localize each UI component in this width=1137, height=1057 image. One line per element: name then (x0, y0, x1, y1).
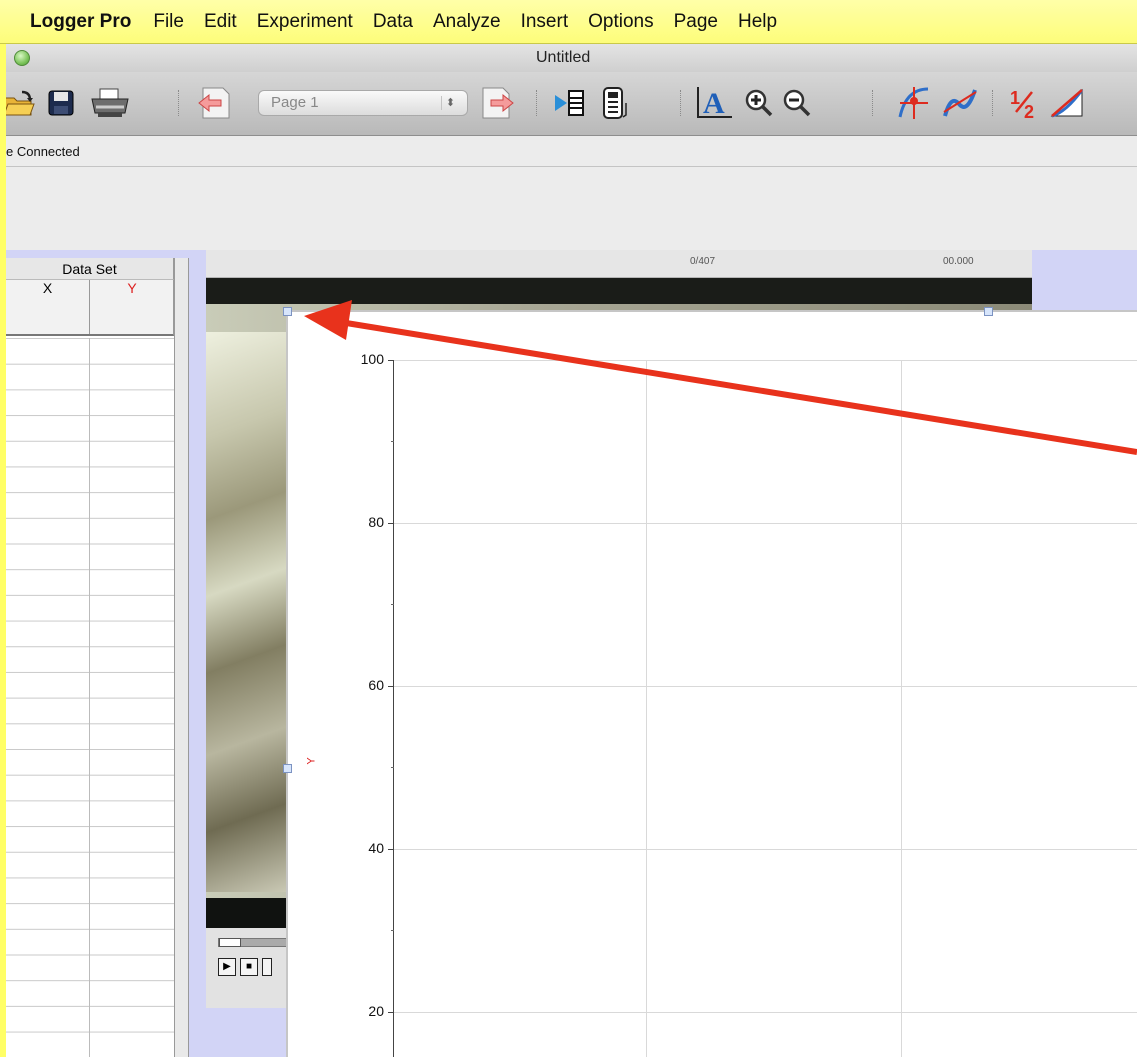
annotation-arrow (304, 300, 1137, 455)
